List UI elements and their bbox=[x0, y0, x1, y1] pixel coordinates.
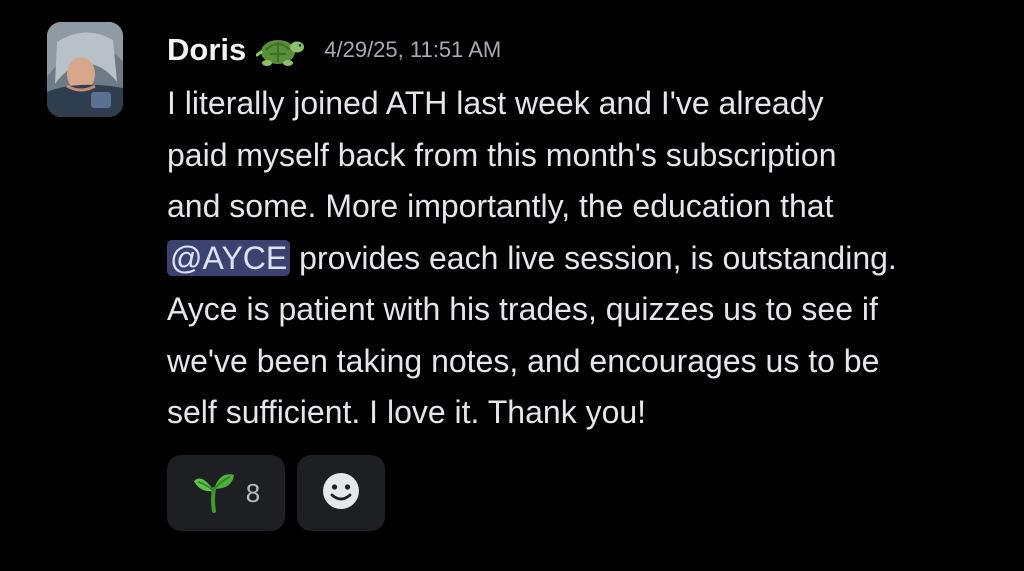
reaction-seedling[interactable]: 8 bbox=[167, 455, 285, 531]
reactions-bar: 8 bbox=[167, 455, 385, 531]
avatar[interactable] bbox=[47, 22, 123, 117]
smiley-icon bbox=[321, 471, 361, 516]
seedling-icon bbox=[192, 469, 236, 518]
message-line: paid myself back from this month's subsc… bbox=[167, 136, 837, 173]
message-header: Doris 4/29/25, 11:51 AM bbox=[167, 28, 501, 72]
message-line-text: provides each live session, is outstandi… bbox=[290, 239, 897, 276]
chat-message: Doris 4/29/25, 11:51 AM I literally join… bbox=[0, 0, 1024, 571]
username[interactable]: Doris bbox=[167, 32, 246, 68]
message-line: self sufficient. I love it. Thank you! bbox=[167, 394, 647, 430]
message-line: we've been taking notes, and encourages … bbox=[167, 342, 880, 379]
message-line: and some. More importantly, the educatio… bbox=[167, 188, 834, 224]
message-content: I literally joined ATH last week and I'v… bbox=[167, 78, 1007, 439]
user-mention[interactable]: @AYCE bbox=[167, 239, 291, 276]
message-line-with-mention: @AYCE provides each live session, is out… bbox=[167, 233, 1007, 285]
message-line: I literally joined ATH last week and I'v… bbox=[167, 85, 824, 121]
timestamp: 4/29/25, 11:51 AM bbox=[324, 37, 502, 62]
add-reaction-button[interactable] bbox=[297, 455, 385, 531]
message-line: Ayce is patient with his trades, quizzes… bbox=[167, 291, 878, 327]
reaction-count: 8 bbox=[245, 477, 261, 508]
turtle-icon bbox=[255, 30, 306, 70]
